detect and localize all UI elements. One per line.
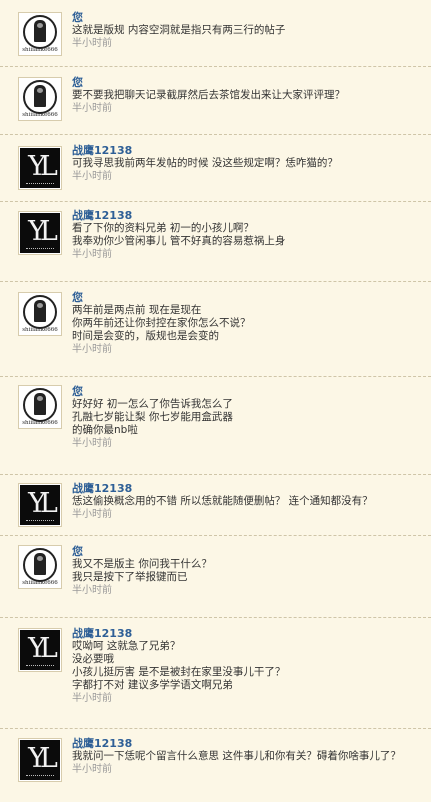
avatar-caption: shiiianke666: [22, 47, 58, 53]
avatar-caption: shiiianke666: [22, 112, 58, 118]
avatar-monogram-icon: YL: [28, 633, 58, 664]
comment-text: 的确你最nb啦: [72, 424, 138, 436]
comment-author[interactable]: 战鹰12138: [72, 627, 423, 640]
comment-item: shiiianke666 您 我又不是版主 你问我干什么？ 我只是按下了举报键而…: [0, 536, 431, 618]
avatar-monogram-icon: YL: [28, 488, 58, 519]
comment-author[interactable]: 您: [72, 545, 423, 558]
avatar[interactable]: shiiianke666: [18, 77, 62, 121]
comment-thread: shiiianke666 您 这就是版规 内容空洞就是指只有两三行的帖子 半小时…: [0, 0, 431, 802]
comment-text: 可我寻思我前两年发帖的时候 没这些规定啊？恁咋猫的？: [72, 157, 338, 169]
avatar[interactable]: YL: [18, 738, 62, 782]
avatar-figure-icon: [34, 393, 46, 415]
comment-text: 我又不是版主 你问我干什么？: [72, 558, 212, 570]
comment-time: 半小时前: [72, 344, 112, 355]
comment-author[interactable]: 您: [72, 385, 423, 398]
comment-text: 我只是按下了举报键而已: [72, 571, 188, 583]
comment-author[interactable]: 您: [72, 291, 423, 304]
comment-text: 恁这偷换概念用的不错 所以恁就能随便删帖？ 连个通知都没有？: [72, 495, 373, 507]
comment-item: YL 战鹰12138 可我寻思我前两年发帖的时候 没这些规定啊？恁咋猫的？ 半小…: [0, 135, 431, 202]
comment-author[interactable]: 战鹰12138: [72, 209, 423, 222]
comment-author[interactable]: 您: [72, 11, 423, 24]
avatar[interactable]: shiiianke666: [18, 292, 62, 336]
avatar-caption: shiiianke666: [22, 580, 58, 586]
comment-item: shiiianke666 您 好好好 初一怎么了你告诉我怎么了 孔融七岁能让梨 …: [0, 377, 431, 475]
avatar[interactable]: shiiianke666: [18, 12, 62, 56]
comment-text: 哎呦呵 这就急了兄弟？: [72, 640, 181, 652]
comment-time: 半小时前: [72, 103, 112, 114]
avatar[interactable]: YL: [18, 211, 62, 255]
avatar-figure-icon: [34, 300, 46, 322]
comment-time: 半小时前: [72, 509, 112, 520]
comment-time: 半小时前: [72, 438, 112, 449]
comment-text: 字都打不对 建议多学学语文啊兄弟: [72, 679, 233, 691]
avatar-monogram-icon: YL: [28, 216, 58, 247]
avatar[interactable]: shiiianke666: [18, 545, 62, 589]
comment-time: 半小时前: [72, 171, 112, 182]
avatar-figure-icon: [34, 20, 46, 42]
comment-item: YL 战鹰12138 哎呦呵 这就急了兄弟？ 没必要哦 小孩儿挺厉害 是不是被封…: [0, 618, 431, 729]
comment-author[interactable]: 战鹰12138: [72, 482, 423, 495]
comment-item: YL 战鹰12138 我就问一下恁呢个留言什么意思 这件事儿和你有关？碍着你啥事…: [0, 729, 431, 802]
comment-time: 半小时前: [72, 38, 112, 49]
avatar[interactable]: YL: [18, 146, 62, 190]
comment-text: 这就是版规 内容空洞就是指只有两三行的帖子: [72, 24, 286, 36]
comment-text: 要不要我把聊天记录截屏然后去茶馆发出来让大家评评理？: [72, 89, 345, 101]
comment-text: 你两年前还让你封控在家你怎么不说？: [72, 317, 251, 329]
comment-time: 半小时前: [72, 249, 112, 260]
comment-text: 两年前是两点前 现在是现在: [72, 304, 202, 316]
comment-item: YL 战鹰12138 恁这偷换概念用的不错 所以恁就能随便删帖？ 连个通知都没有…: [0, 475, 431, 536]
comment-time: 半小时前: [72, 764, 112, 775]
comment-text: 看了下你的资料兄弟 初一的小孩儿啊？: [72, 222, 254, 234]
comment-text: 好好好 初一怎么了你告诉我怎么了: [72, 398, 233, 410]
avatar[interactable]: shiiianke666: [18, 385, 62, 429]
comment-item: YL 战鹰12138 看了下你的资料兄弟 初一的小孩儿啊？ 我奉劝你少管闲事儿 …: [0, 202, 431, 282]
avatar[interactable]: YL: [18, 628, 62, 672]
comment-text: 没必要哦: [72, 653, 114, 665]
comment-text: 时间是会变的，版规也是会变的: [72, 330, 219, 342]
comment-author[interactable]: 战鹰12138: [72, 144, 423, 157]
avatar-monogram-icon: YL: [28, 743, 58, 774]
comment-time: 半小时前: [72, 585, 112, 596]
avatar-figure-icon: [34, 553, 46, 575]
comment-item: shiiianke666 您 两年前是两点前 现在是现在 你两年前还让你封控在家…: [0, 282, 431, 377]
comment-author[interactable]: 战鹰12138: [72, 737, 423, 750]
comment-text: 孔融七岁能让梨 你七岁能用盒武器: [72, 411, 233, 423]
comment-item: shiiianke666 您 要不要我把聊天记录截屏然后去茶馆发出来让大家评评理…: [0, 67, 431, 135]
comment-item: shiiianke666 您 这就是版规 内容空洞就是指只有两三行的帖子 半小时…: [0, 0, 431, 67]
avatar-monogram-icon: YL: [28, 151, 58, 182]
avatar-caption: shiiianke666: [22, 327, 58, 333]
avatar-caption: shiiianke666: [22, 420, 58, 426]
comment-text: 小孩儿挺厉害 是不是被封在家里没事儿干了？: [72, 666, 286, 678]
avatar[interactable]: YL: [18, 483, 62, 527]
comment-text: 我就问一下恁呢个留言什么意思 这件事儿和你有关？碍着你啥事儿了？: [72, 750, 401, 762]
comment-time: 半小时前: [72, 693, 112, 704]
comment-author[interactable]: 您: [72, 76, 423, 89]
avatar-figure-icon: [34, 85, 46, 107]
comment-text: 我奉劝你少管闲事儿 管不好真的容易惹祸上身: [72, 235, 286, 247]
